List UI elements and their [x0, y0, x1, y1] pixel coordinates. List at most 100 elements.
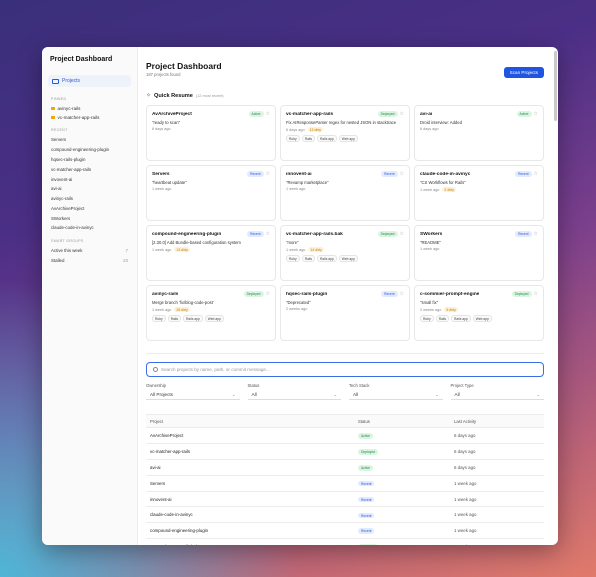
- tech-tag: Rails app: [183, 315, 203, 323]
- card-header: Servers Recent ☆: [152, 171, 270, 177]
- card-last-activity: 2 weeks ago: [420, 307, 442, 312]
- status-badge: Deployed: [358, 544, 378, 545]
- tech-tag: Web app: [472, 315, 492, 323]
- table-row[interactable]: vc-matcher-app-rails.bakDeployed 1 week a…: [146, 539, 544, 545]
- favorite-icon[interactable]: ☆: [266, 171, 270, 177]
- project-card[interactable]: avinyc-rails Deployed ☆ Merge branch 'fix/b…: [146, 285, 276, 341]
- favorite-icon[interactable]: ☆: [400, 171, 404, 177]
- status-badge: Recent: [358, 496, 375, 503]
- favorite-icon[interactable]: ☆: [400, 231, 404, 237]
- favorite-icon[interactable]: ☆: [266, 291, 270, 297]
- card-commit-message: "heartbeat update": [152, 180, 187, 185]
- filter-select[interactable]: All ⌄: [450, 390, 544, 400]
- card-last-activity: 6 days ago: [152, 127, 171, 132]
- card-status-group: Recent ☆: [247, 231, 270, 237]
- filter-select[interactable]: All ⌄: [247, 390, 341, 400]
- sidebar-recent-item[interactable]: AvArchiveProject: [48, 203, 131, 213]
- project-card[interactable]: SWorkers Recent ☆ "README" 1 week ago: [414, 225, 544, 281]
- favorite-icon[interactable]: ☆: [266, 231, 270, 237]
- sidebar-recent-item[interactable]: hqsec-rails-plugin: [48, 155, 131, 165]
- favorite-icon[interactable]: ☆: [534, 231, 538, 237]
- status-badge: Recent: [515, 171, 532, 177]
- filter-select[interactable]: All ⌄: [349, 390, 443, 400]
- project-card[interactable]: Servers Recent ☆ "heartbeat update" 1 week a…: [146, 165, 276, 221]
- sidebar-recent-item[interactable]: avi-ai: [48, 184, 131, 194]
- project-card[interactable]: compound-engineering-plugin Recent ☆ [2.30.…: [146, 225, 276, 281]
- sidebar-recent-item[interactable]: Servers: [48, 135, 131, 145]
- quick-resume-header: ✧ Quick Resume (12 most recent): [146, 92, 544, 100]
- sidebar-recent-item[interactable]: vc-matcher-app-rails: [48, 164, 131, 174]
- project-card[interactable]: avi-ai Active ☆ Droid interview: Added 6 day…: [414, 105, 544, 161]
- sidebar-recent-item[interactable]: compound-engineering-plugin: [48, 145, 131, 155]
- project-card[interactable]: vc-matcher-app-rails.bak Deployed ☆ "more" 1…: [280, 225, 410, 281]
- card-tags: Ruby Rails Rails app Web app: [286, 255, 404, 263]
- page-header: Project Dashboard 187 projects found Sca…: [146, 61, 544, 78]
- status-badge: Active: [516, 111, 532, 117]
- card-commit-message: "Revamp marketplace": [286, 180, 329, 185]
- column-header-status[interactable]: Status: [358, 419, 454, 424]
- dirty-badge: 13 dirty: [174, 247, 190, 253]
- project-card[interactable]: AvArchiveProject Active ☆ "ready to scan" 6 …: [146, 105, 276, 161]
- table-row[interactable]: compound-engineering-plugin Recent 1 week …: [146, 523, 544, 540]
- column-header-project[interactable]: Project: [150, 419, 358, 424]
- sidebar-recent-item[interactable]: claude-code-in-avinyc: [48, 223, 131, 233]
- scan-projects-button[interactable]: Scan Projects: [503, 67, 544, 78]
- card-project-name: AvArchiveProject: [152, 111, 192, 117]
- project-card[interactable]: vc-matcher-app-rails Deployed ☆ Fix AIRespo…: [280, 105, 410, 161]
- card-last-activity: 1 week ago: [152, 247, 172, 252]
- table-row[interactable]: Servers Recent 1 week ago: [146, 476, 544, 492]
- card-meta: 1 week ago: [286, 187, 404, 191]
- sidebar-item-label: Projects: [62, 78, 81, 84]
- smart-group-label: Active this week: [51, 248, 83, 254]
- project-card[interactable]: hqsec-rails-plugin Recent ☆ "Deprecated" 2 w…: [280, 285, 410, 341]
- search-icon: [153, 367, 158, 372]
- card-meta: 6 days ago: [152, 127, 270, 131]
- card-tags: Ruby Rails Rails app Web app: [152, 315, 270, 323]
- search-input[interactable]: Search projects by name, path, or commit…: [146, 362, 544, 377]
- row-project-name: Servers: [150, 480, 166, 486]
- sidebar-item-projects[interactable]: Projects: [48, 75, 131, 87]
- favorite-icon[interactable]: ☆: [534, 111, 538, 117]
- sidebar-pinned-item[interactable]: vc-matcher-app-rails: [48, 113, 131, 122]
- card-commit-message: "README": [420, 240, 441, 245]
- column-header-activity[interactable]: Last Activity: [454, 419, 540, 424]
- status-badge: Deployed: [377, 231, 398, 237]
- row-project-name: innovent-ai: [150, 496, 172, 502]
- card-last-activity: 1 week ago: [286, 187, 306, 192]
- table-row[interactable]: avi-ai Active 6 days ago: [146, 460, 544, 476]
- table-row[interactable]: vc-matcher-app-rails Deployed 6 days ago: [146, 444, 544, 460]
- favorite-icon[interactable]: ☆: [534, 291, 538, 297]
- sidebar-pinned-item[interactable]: avinyc-rails: [48, 104, 131, 113]
- favorite-icon[interactable]: ☆: [534, 171, 538, 177]
- favorite-icon[interactable]: ☆: [400, 111, 404, 117]
- sidebar-recent-item[interactable]: avinyc-rails: [48, 194, 131, 204]
- card-meta: 1 week ago 13 dirty: [152, 247, 270, 253]
- card-header: claude-code-in-avinyc Recent ☆: [420, 171, 538, 177]
- quick-resume-count: (12 most recent): [195, 93, 224, 98]
- table-row[interactable]: claude-code-in-avinyc Recent 1 week ago: [146, 507, 544, 524]
- sidebar-recent-item[interactable]: invovent-ai: [48, 174, 131, 184]
- status-badge: Active: [358, 464, 373, 471]
- filter-select[interactable]: All Projects ⌄: [146, 390, 240, 400]
- row-last-activity: 6 days ago: [454, 448, 476, 454]
- filter-tech-stack: Tech Stack All ⌄: [349, 383, 443, 400]
- card-last-activity: 6 days ago: [286, 127, 305, 132]
- favorite-icon[interactable]: ☆: [266, 111, 270, 117]
- project-card[interactable]: c-sommier-prompt-engine Deployed ☆ "small f…: [414, 285, 544, 341]
- project-card[interactable]: innovent-ai Recent ☆ "Revamp marketplace" 1 …: [280, 165, 410, 221]
- project-card[interactable]: claude-code-in-avinyc Recent ☆ "CS Workflow…: [414, 165, 544, 221]
- divider: [146, 353, 544, 354]
- project-count: 187 projects found: [146, 72, 181, 77]
- status-badge: Recent: [381, 291, 398, 297]
- scrollbar[interactable]: [554, 51, 557, 121]
- sidebar-smart-group[interactable]: Stalled 23: [48, 256, 131, 266]
- sidebar-recent-item[interactable]: SWorkers: [48, 213, 131, 223]
- sidebar-smart-group[interactable]: Active this week 7: [48, 246, 131, 256]
- card-header: innovent-ai Recent ☆: [286, 171, 404, 177]
- card-status-group: Deployed ☆: [377, 111, 404, 117]
- table-row[interactable]: innovent-ai Recent 1 week ago: [146, 492, 544, 508]
- favorite-icon[interactable]: ☆: [400, 291, 404, 297]
- card-meta: 1 week ago 14 dirty: [286, 247, 404, 253]
- table-row[interactable]: AvArchiveProject Active 6 days ago: [146, 428, 544, 444]
- row-status-cell: Active: [358, 464, 454, 471]
